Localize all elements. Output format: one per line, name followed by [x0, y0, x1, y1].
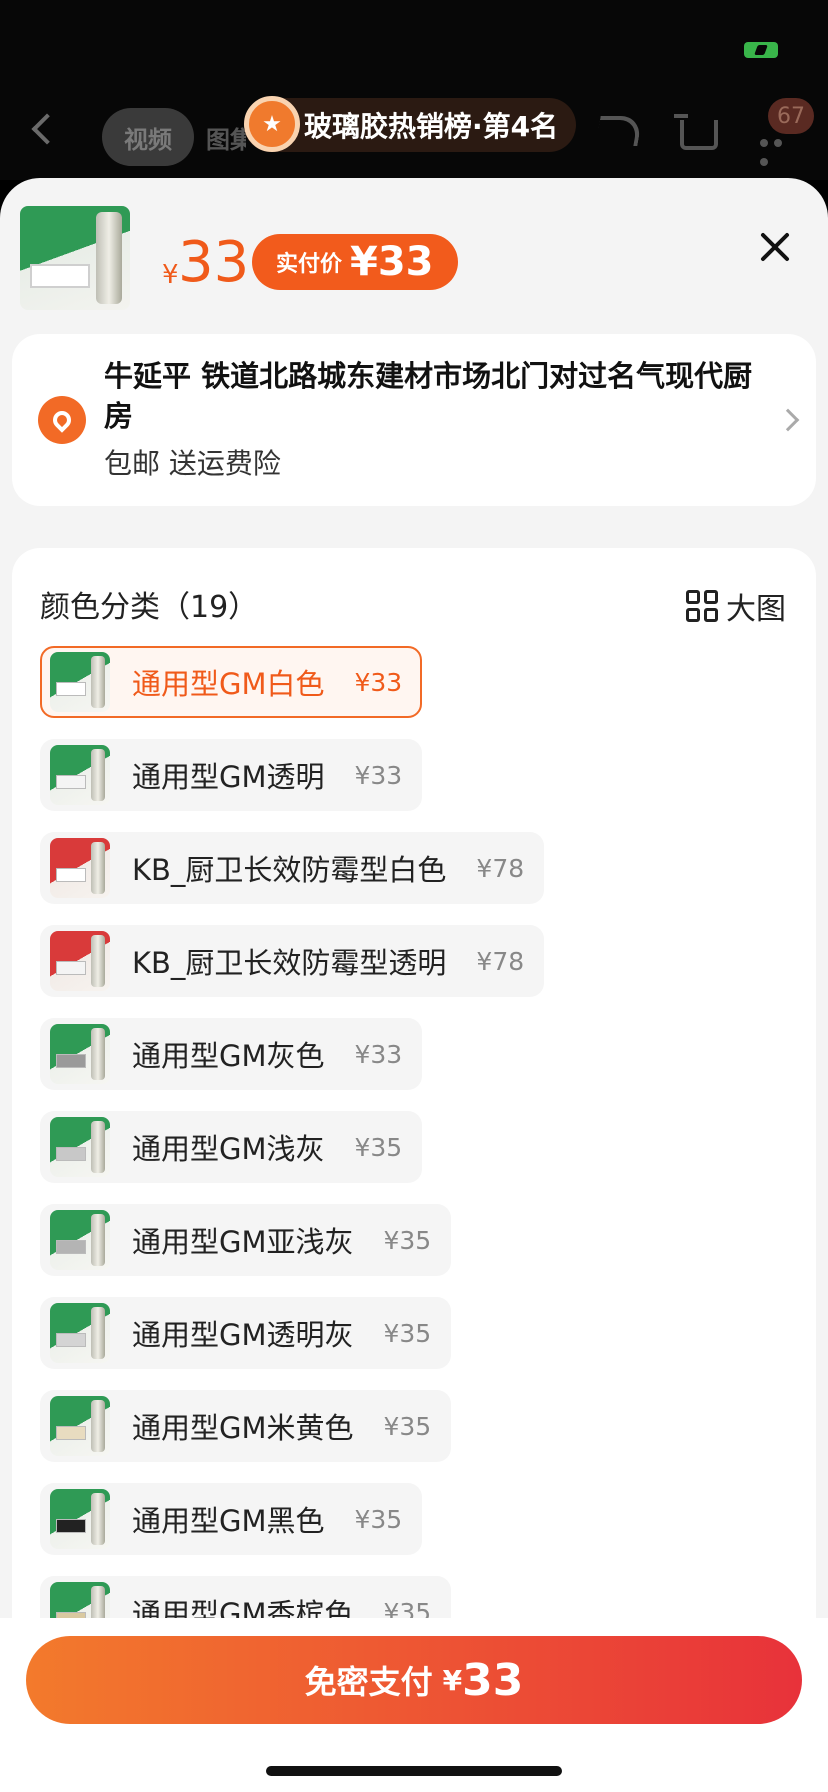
color-option-chip[interactable]: 通用型GM浅灰 ¥35 [40, 1111, 423, 1183]
back-arrow-icon[interactable] [31, 113, 63, 145]
price-currency: ¥ [162, 260, 179, 290]
actual-price-value: ¥33 [350, 239, 434, 285]
actual-price-label: 实付价 [276, 252, 343, 277]
option-price: ¥35 [354, 1132, 403, 1162]
option-name: 通用型GM亚浅灰 [132, 1225, 354, 1259]
home-indicator[interactable] [266, 1766, 562, 1776]
option-name: KB_厨卫长效防霉型透明 [132, 946, 447, 980]
big-image-label: 大图 [726, 592, 786, 627]
color-option-chip[interactable]: 通用型GM白色 ¥33 [40, 646, 423, 718]
option-thumbnail [50, 1489, 110, 1549]
top-navigation-bar: 视频 图集 ★ 玻璃胶热销榜·第4名 67 [0, 0, 828, 180]
option-price: ¥78 [476, 946, 525, 976]
more-icon[interactable] [760, 132, 800, 166]
tab-images[interactable]: 图集 [206, 120, 246, 155]
option-name: KB_厨卫长效防霉型白色 [132, 853, 447, 887]
cart-icon[interactable] [674, 114, 718, 150]
ranking-badge[interactable]: ★ 玻璃胶热销榜·第4名 [244, 96, 577, 152]
big-image-toggle[interactable]: 大图 [686, 584, 786, 628]
option-thumbnail [50, 1396, 110, 1456]
option-thumbnail [50, 1303, 110, 1363]
bottom-action-bar: 免密支付 ¥ 33 [0, 1618, 828, 1792]
medal-icon: ★ [244, 96, 300, 152]
grid-view-icon [686, 590, 718, 622]
color-option-chip[interactable]: 通用型GM亚浅灰 ¥35 [40, 1204, 452, 1276]
option-price: ¥35 [383, 1225, 432, 1255]
color-option-chip[interactable]: 通用型GM灰色 ¥33 [40, 1018, 423, 1090]
option-name: 通用型GM白色 [132, 667, 325, 701]
option-name: 通用型GM灰色 [132, 1039, 325, 1073]
color-option-chip[interactable]: 通用型GM透明 ¥33 [40, 739, 423, 811]
color-option-chip[interactable]: KB_厨卫长效防霉型白色 ¥78 [40, 832, 545, 904]
option-price: ¥35 [383, 1318, 432, 1348]
tab-video[interactable]: 视频 [102, 108, 194, 166]
battery-icon [744, 42, 778, 58]
shipping-info: 包邮 送运费险 [104, 447, 281, 480]
color-option-chip[interactable]: KB_厨卫长效防霉型透明 ¥78 [40, 925, 545, 997]
delivery-address: 牛延平 铁道北路城东建材市场北门对过名气现代厨房 [104, 359, 753, 433]
option-price: ¥35 [354, 1504, 403, 1534]
product-thumbnail[interactable] [20, 206, 130, 310]
address-card[interactable]: 牛延平 铁道北路城东建材市场北门对过名气现代厨房 包邮 送运费险 [12, 334, 816, 506]
option-thumbnail [50, 1117, 110, 1177]
option-price: ¥33 [354, 1039, 403, 1069]
color-options-card: 颜色分类（19） 大图 通用型GM白色 ¥33 通用型GM透明 ¥33 KB_厨卫长效防… [12, 548, 816, 1792]
option-price: ¥33 [354, 667, 403, 697]
option-thumbnail [50, 1210, 110, 1270]
color-option-chip[interactable]: 通用型GM黑色 ¥35 [40, 1483, 423, 1555]
option-name: 通用型GM米黄色 [132, 1411, 354, 1445]
close-icon[interactable] [756, 228, 794, 266]
option-name: 通用型GM透明灰 [132, 1318, 354, 1352]
location-pin-icon [38, 396, 86, 444]
option-name: 通用型GM浅灰 [132, 1132, 325, 1166]
tab-video-label: 视频 [124, 125, 172, 154]
pay-button-amount: 33 [462, 1654, 524, 1706]
sku-selection-sheet: ¥ 33 实付价 ¥33 牛延平 铁道北路城东建材市场北门对过名气现代厨房 包邮… [0, 178, 828, 1792]
chevron-right-icon [776, 408, 800, 432]
option-thumbnail [50, 652, 110, 712]
option-price: ¥35 [383, 1411, 432, 1441]
pay-button-currency: ¥ [442, 1663, 463, 1697]
option-price: ¥33 [354, 760, 403, 790]
option-price: ¥78 [476, 853, 525, 883]
ranking-badge-label: 玻璃胶热销榜·第4名 [304, 110, 559, 143]
color-option-chip[interactable]: 通用型GM米黄色 ¥35 [40, 1390, 452, 1462]
options-title: 颜色分类（19） [40, 590, 259, 625]
product-price: 33 [178, 230, 250, 295]
option-thumbnail [50, 745, 110, 805]
color-option-chip[interactable]: 通用型GM透明灰 ¥35 [40, 1297, 452, 1369]
share-icon[interactable] [595, 116, 643, 146]
actual-price-badge: 实付价 ¥33 [252, 234, 458, 290]
option-thumbnail [50, 931, 110, 991]
pay-button-label: 免密支付 [304, 1663, 433, 1701]
password-free-pay-button[interactable]: 免密支付 ¥ 33 [26, 1636, 802, 1724]
cart-count-badge: 67 [768, 98, 814, 134]
option-name: 通用型GM透明 [132, 760, 325, 794]
option-name: 通用型GM黑色 [132, 1504, 325, 1538]
option-thumbnail [50, 838, 110, 898]
option-thumbnail [50, 1024, 110, 1084]
